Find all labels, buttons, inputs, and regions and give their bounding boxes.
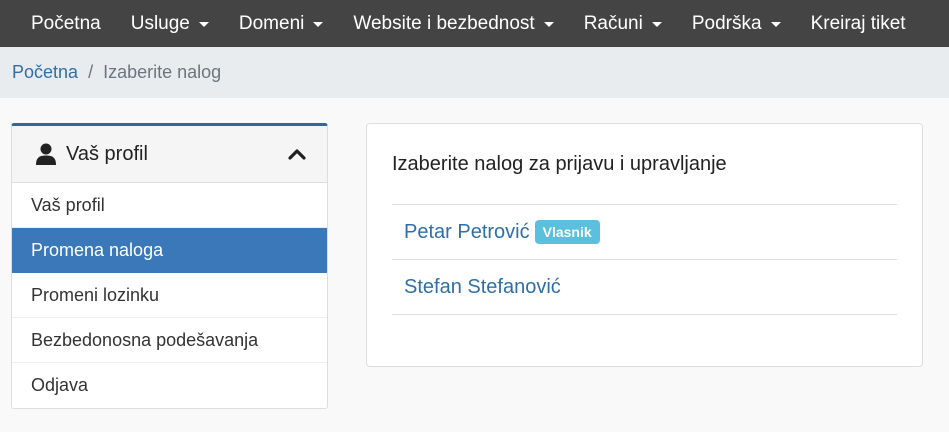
sidebar-item-label: Vaš profil xyxy=(31,194,105,215)
caret-down-icon xyxy=(770,22,781,27)
account-select-card: Izaberite nalog za prijavu i upravljanje… xyxy=(366,123,923,367)
account-link-petar[interactable]: Petar Petrović xyxy=(404,221,530,244)
owner-badge: Vlasnik xyxy=(534,220,600,244)
nav-item-domeni[interactable]: Domeni xyxy=(224,0,338,47)
sidebar-item-label: Promena naloga xyxy=(31,239,164,260)
sidebar-item-label: Bezbedonosna podešavanja xyxy=(31,329,259,350)
list-item: Petar Petrović Vlasnik xyxy=(392,205,897,260)
caret-down-icon xyxy=(543,22,554,27)
nav-item-label: Usluge xyxy=(130,12,190,34)
sidebar-item-promeni-lozinku[interactable]: Promeni lozinku xyxy=(12,273,327,318)
sidebar-item-label: Promeni lozinku xyxy=(31,284,160,305)
nav-item-label: Početna xyxy=(31,12,101,34)
caret-down-icon xyxy=(651,22,662,27)
account-list: Petar Petrović Vlasnik Stefan Stefanović xyxy=(392,204,897,315)
nav-item-label: Website i bezbednost xyxy=(353,12,535,34)
nav-item-podrska[interactable]: Podrška xyxy=(677,0,796,47)
card-title: Izaberite nalog za prijavu i upravljanje xyxy=(392,153,727,175)
nav-item-pocetna[interactable]: Početna xyxy=(16,0,116,47)
sidebar-item-odjava[interactable]: Odjava xyxy=(12,363,327,408)
nav-item-website-bezbednost[interactable]: Website i bezbednost xyxy=(338,0,568,47)
nav-item-kreiraj-tiket[interactable]: Kreiraj tiket xyxy=(796,0,921,47)
sidebar-item-promena-naloga[interactable]: Promena naloga xyxy=(12,228,327,273)
caret-down-icon xyxy=(198,22,209,27)
list-item: Stefan Stefanović xyxy=(392,260,897,315)
breadcrumb-separator: / xyxy=(88,62,94,82)
sidebar-header[interactable]: Vaš profil xyxy=(12,126,327,183)
user-icon xyxy=(36,143,56,165)
nav-item-usluge[interactable]: Usluge xyxy=(116,0,224,47)
nav-item-label: Kreiraj tiket xyxy=(810,12,906,34)
nav-item-label: Računi xyxy=(583,12,643,34)
profile-sidebar: Vaš profil Vaš profil Promena naloga Pro… xyxy=(11,123,328,409)
account-link-stefan[interactable]: Stefan Stefanović xyxy=(404,276,561,299)
nav-item-label: Domeni xyxy=(238,12,305,34)
chevron-up-icon[interactable] xyxy=(287,147,307,161)
sidebar-title: Vaš profil xyxy=(66,142,148,165)
caret-down-icon xyxy=(313,22,324,27)
breadcrumb-home-link[interactable]: Početna xyxy=(12,62,78,83)
nav-item-racuni[interactable]: Računi xyxy=(569,0,677,47)
breadcrumb: Početna / Izaberite nalog xyxy=(0,47,949,98)
top-navbar: Početna Usluge Domeni Website i bezbedno… xyxy=(0,0,949,47)
breadcrumb-current: Izaberite nalog xyxy=(103,62,222,82)
sidebar-item-bezbedonosna-podesavanja[interactable]: Bezbedonosna podešavanja xyxy=(12,318,327,363)
sidebar-item-label: Odjava xyxy=(31,375,89,395)
nav-item-label: Podrška xyxy=(691,12,762,34)
sidebar-item-vas-profil[interactable]: Vaš profil xyxy=(12,183,327,228)
